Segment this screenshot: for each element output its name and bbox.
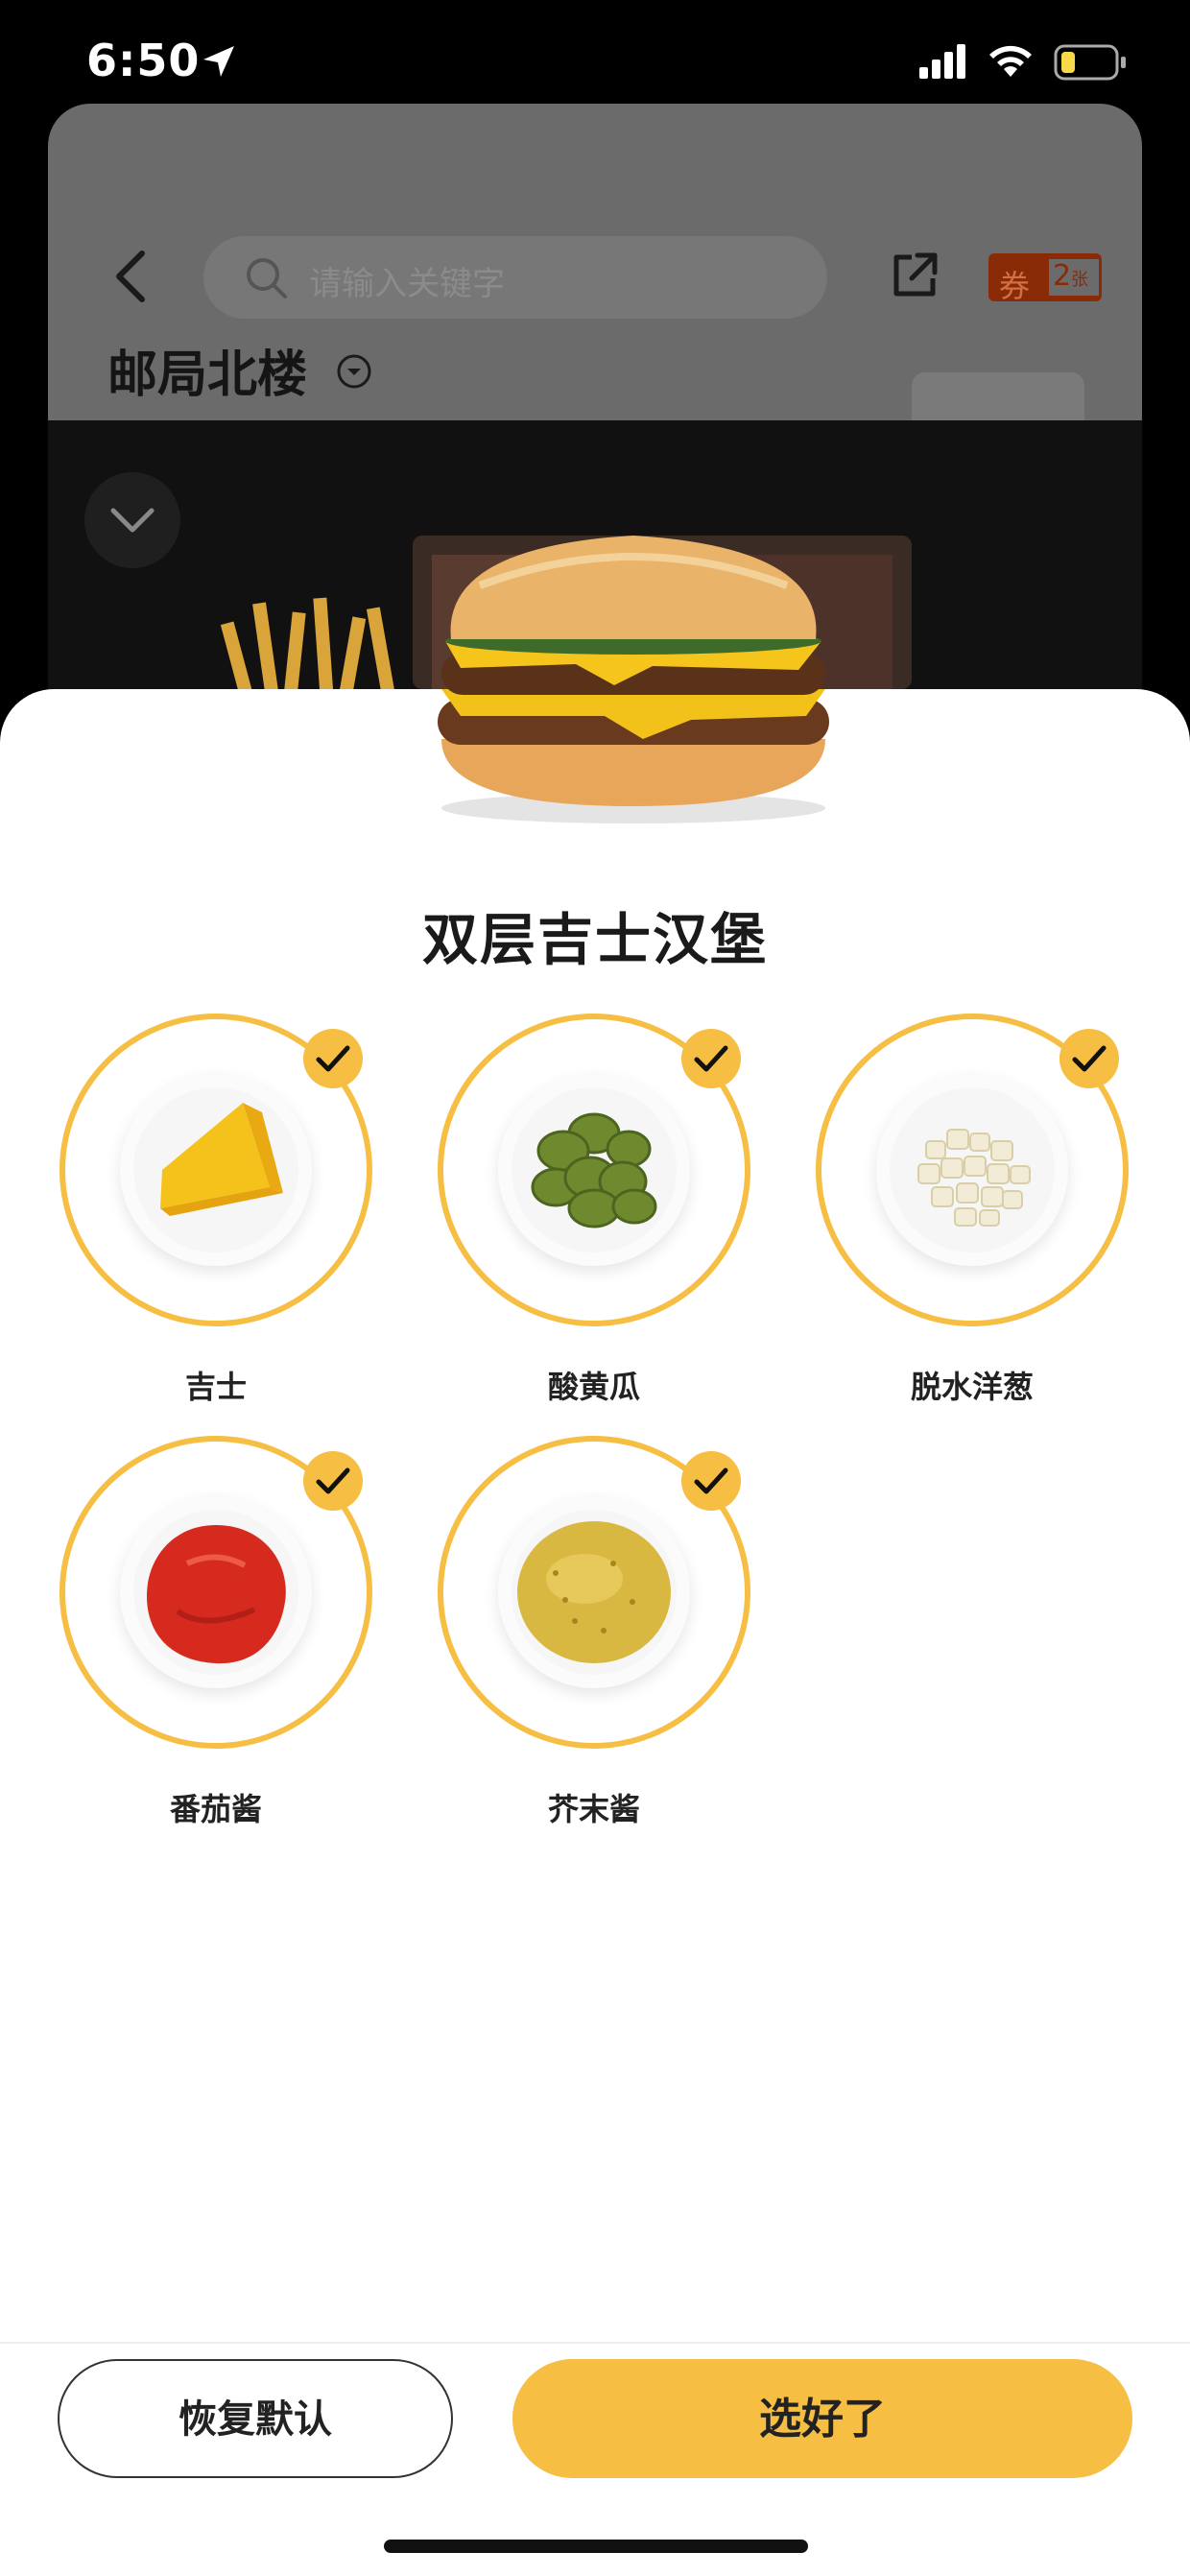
confirm-button[interactable]: 选好了 (512, 2359, 1132, 2478)
check-badge (681, 1029, 741, 1088)
coupon-label: 券 (999, 268, 1031, 304)
pickles-icon (531, 1112, 657, 1228)
checkmark-icon (694, 1467, 728, 1494)
check-badge (681, 1451, 741, 1511)
collapse-button[interactable] (84, 472, 180, 568)
ingredient-plate (120, 1074, 312, 1266)
onion-icon (917, 1129, 1031, 1227)
chevron-down-icon (110, 508, 155, 533)
ingredient-plate (498, 1074, 690, 1266)
cellular-signal-icon (919, 44, 965, 79)
ingredient-label: 番茄酱 (169, 1791, 262, 1827)
coupon-count: 2张 (1047, 259, 1099, 296)
ingredient-option-cheese[interactable]: 吉士 (60, 1014, 376, 1417)
cheese-slice-icon (160, 1103, 283, 1216)
mustard-icon (517, 1521, 671, 1663)
share-icon[interactable] (889, 250, 940, 301)
store-name[interactable]: 邮局北楼 (107, 334, 307, 406)
product-title: 双层吉士汉堡 (421, 907, 768, 972)
check-badge (303, 1451, 363, 1511)
ingredient-option-onion[interactable]: 脱水洋葱 (816, 1014, 1132, 1417)
ketchup-icon (147, 1525, 286, 1664)
ingredient-plate (120, 1496, 312, 1688)
battery-icon (1054, 44, 1126, 81)
wifi-icon (989, 45, 1032, 77)
ingredient-label: 脱水洋葱 (910, 1369, 1034, 1405)
home-indicator (384, 2540, 808, 2553)
chevron-down-icon[interactable] (336, 353, 372, 390)
checkmark-icon (694, 1045, 728, 1072)
checkmark-icon (316, 1045, 350, 1072)
search-icon (247, 258, 287, 298)
footer-divider (0, 2342, 1190, 2344)
checkmark-icon (1072, 1045, 1107, 1072)
burger-image (438, 536, 829, 823)
ingredient-option-pickles[interactable]: 酸黄瓜 (438, 1014, 754, 1417)
check-badge (1059, 1029, 1119, 1088)
search-placeholder: 请输入关键字 (309, 265, 505, 303)
ingredient-option-mustard[interactable]: 芥末酱 (438, 1436, 754, 1839)
ingredient-option-ketchup[interactable]: 番茄酱 (60, 1436, 376, 1839)
check-badge (303, 1029, 363, 1088)
ingredient-label: 吉士 (184, 1369, 247, 1405)
status-time: 6:50 (86, 35, 201, 86)
location-arrow-icon (203, 46, 234, 77)
ingredient-label: 酸黄瓜 (547, 1369, 640, 1405)
ingredient-plate (498, 1496, 690, 1688)
coupon-badge[interactable]: 券 2张 (988, 253, 1102, 304)
ingredient-label: 芥末酱 (547, 1791, 640, 1827)
back-arrow-icon[interactable] (107, 248, 155, 305)
checkmark-icon (316, 1467, 350, 1494)
reset-default-button[interactable]: 恢复默认 (58, 2359, 453, 2478)
status-bar: 6:50 (0, 0, 1190, 106)
ingredient-plate (876, 1074, 1068, 1266)
search-input[interactable]: 请输入关键字 (203, 236, 827, 319)
